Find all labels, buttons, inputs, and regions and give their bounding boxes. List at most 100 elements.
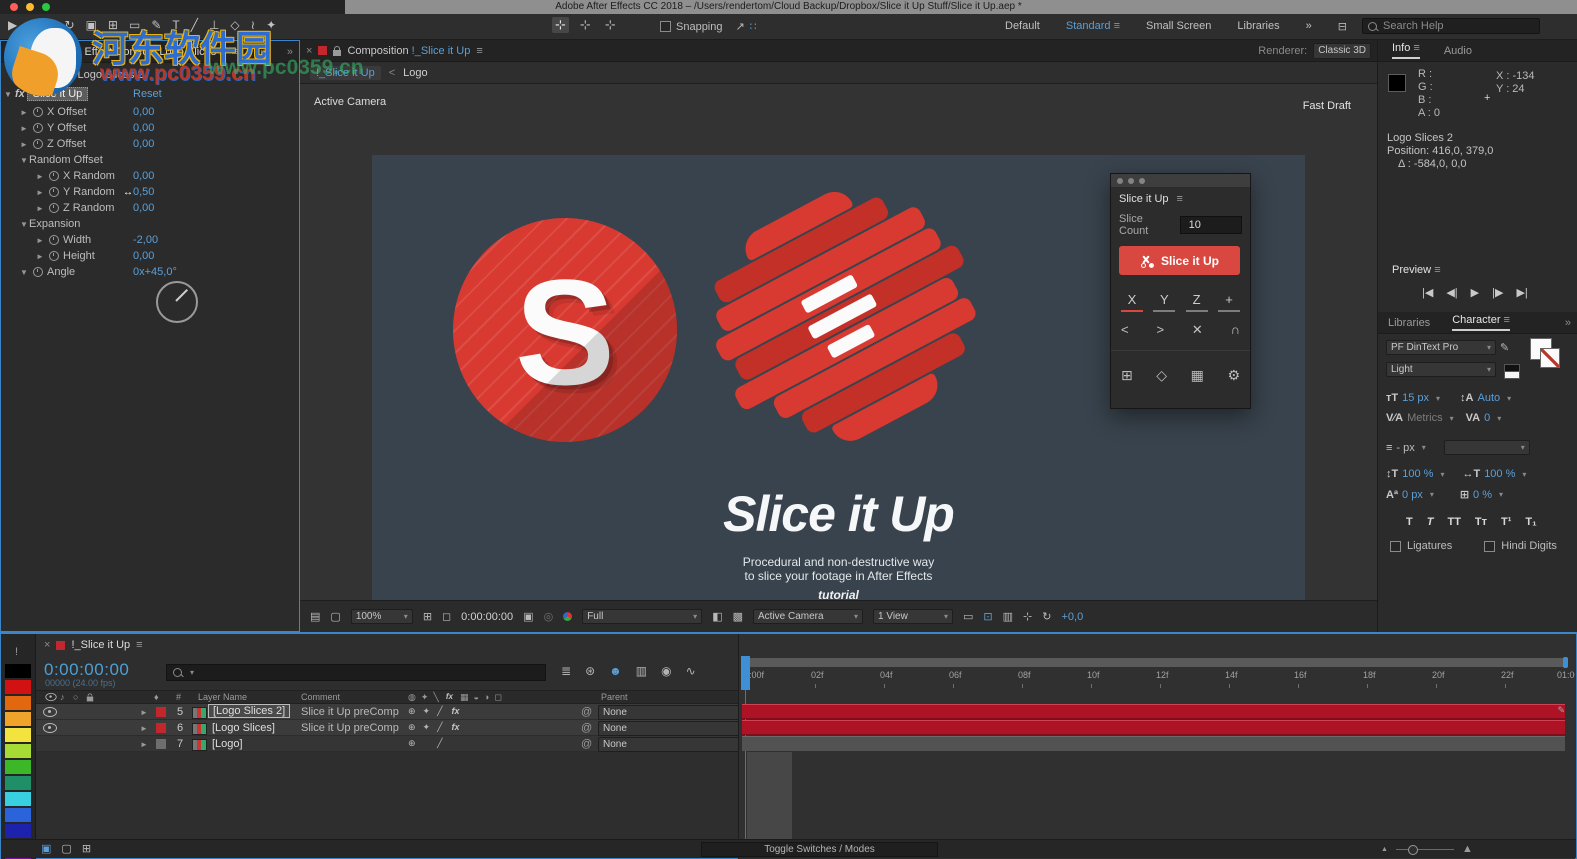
twirl-right-icon[interactable]: ► [35,188,45,197]
close-tab-icon[interactable]: × [44,639,50,651]
comment-column[interactable]: Comment [301,692,340,702]
stroke-width-value[interactable]: - px [1396,442,1414,454]
label-color-swatch[interactable] [5,776,31,790]
camera-tool-icon[interactable]: ▣ [86,18,97,32]
lock-icon[interactable] [333,45,342,56]
layer-label-color[interactable] [156,723,166,733]
label-color-swatch[interactable] [5,664,31,678]
reset-effect-link[interactable]: Reset [133,88,162,100]
twirl-right-icon[interactable]: ► [19,124,29,133]
twirl-down-icon[interactable]: ▼ [19,220,29,229]
label-color-swatch[interactable] [5,760,31,774]
effect-property-row[interactable]: ► Y Random 0,50 ↔ [1,184,297,200]
choose-grid-icon[interactable]: ⊞ [423,610,432,623]
region-of-interest-icon[interactable]: ◧ [712,610,722,623]
superscript-icon[interactable]: T¹ [1501,516,1511,528]
layer-duration-bar[interactable] [742,736,1565,751]
property-value[interactable]: -2,00 [133,234,158,246]
rotobrush-tool-icon[interactable]: ≀ [251,18,256,32]
search-help-field[interactable]: Search Help [1362,18,1540,34]
cube-icon[interactable]: ◇ [1156,367,1167,384]
stopwatch-icon[interactable] [49,187,59,197]
expand-transfer-controls-icon[interactable]: ▢ [61,842,71,855]
stamp-tool-icon[interactable]: ⊥ [209,18,219,32]
parent-select[interactable]: None▾ [598,705,748,720]
hindi-digits-checkbox[interactable] [1484,540,1496,552]
twirl-down-icon[interactable]: ▼ [19,268,29,277]
show-snapshot-icon[interactable]: ◎ [544,610,554,623]
layer-row[interactable]: ► 7 [Logo] ⊕✦╱ @ None▾ [36,736,748,752]
render-frame-icon[interactable]: ▦ [1191,367,1204,384]
layer-switches[interactable]: ⊕ ✦ ╱ fx [408,706,462,717]
graph-editor-icon[interactable]: ∿ [686,664,696,678]
settings-gear-icon[interactable]: ⚙ [1227,367,1240,384]
panel-menu-icon[interactable]: ≡ [1434,264,1440,276]
effect-name-chip[interactable]: Slice it Up [26,87,89,101]
tab-character[interactable]: Character ≡ [1452,314,1510,331]
toggle-switches-modes-button[interactable]: Toggle Switches / Modes [701,842,938,857]
parent-pickwhip-icon[interactable]: @ [581,722,592,734]
stopwatch-icon[interactable] [33,107,43,117]
panel-menu-icon[interactable]: ≡ [231,46,237,58]
zoom-in-mountain-icon[interactable]: ▲ [1462,843,1473,855]
twirl-right-icon[interactable]: ► [35,252,45,261]
workspace-libraries[interactable]: Libraries [1237,20,1279,33]
eraser-tool-icon[interactable]: ◇ [230,18,239,32]
zoom-out-mountain-icon[interactable]: ▲ [1381,846,1388,853]
view-axis-mode-icon[interactable]: ⊹ [602,17,619,33]
effect-group-row[interactable]: ▼ Expansion [1,216,297,232]
panel-menu-icon[interactable]: ≡ [1504,314,1510,326]
kerning-value[interactable]: Metrics [1407,412,1442,424]
tab-composition[interactable]: Composition !_Slice it Up [347,45,470,57]
snap-grid-icon[interactable]: ∷ [750,20,757,33]
prev-frame-icon[interactable]: ◀| [1446,286,1457,299]
label-color-swatch[interactable] [5,696,31,710]
expand-inout-icon[interactable]: ⊞ [82,842,91,855]
visibility-eye-icon[interactable] [43,723,57,733]
property-value[interactable]: 0,00 [133,138,154,150]
draft-3d-icon[interactable]: ⊛ [585,664,595,678]
effect-property-row[interactable]: ► Y Offset 0,00 [1,120,297,136]
layer-row[interactable]: ► 6 [Logo Slices] Slice it Up preComp ⊕ ✦… [36,720,748,736]
stopwatch-icon[interactable] [33,123,43,133]
reverse-icon[interactable]: ∩ [1231,322,1240,338]
stopwatch-icon[interactable] [33,139,43,149]
stopwatch-icon[interactable] [49,171,59,181]
label-color-swatch[interactable] [5,824,31,838]
parent-select[interactable]: None▾ [598,721,748,736]
panel-menu-icon[interactable]: ≡ [136,639,142,651]
font-style-select[interactable]: Light ▾ [1386,362,1496,377]
twirl-right-icon[interactable]: ► [140,740,148,749]
layer-name[interactable]: [Logo Slices] [212,722,275,734]
reset-exposure-icon[interactable]: ↻ [1042,610,1051,623]
parent-select[interactable]: None▾ [598,737,748,752]
primary-viewer-icon[interactable]: ▢ [330,610,340,623]
expand-layer-switches-icon[interactable]: ▣ [41,842,51,855]
script-panel-chrome[interactable] [1111,174,1250,187]
snapping-checkbox[interactable] [660,21,671,32]
leading-value[interactable]: Auto [1478,392,1501,404]
world-axis-mode-icon[interactable]: ⊹ [577,17,594,33]
tab-audio[interactable]: Audio [1444,45,1472,57]
tab-libraries[interactable]: Libraries [1388,317,1430,329]
zoom-tool-icon[interactable]: ○ [46,18,53,32]
font-family-select[interactable]: PF DinText Pro ▾ [1386,340,1496,355]
tsume-value[interactable]: 0 % [1473,489,1492,501]
parent-column[interactable]: Parent [601,692,628,702]
workspace-menu-icon[interactable]: ≡ [1114,20,1120,32]
breadcrumb-parent[interactable]: Logo [403,67,427,79]
visibility-eye-icon[interactable] [43,707,57,717]
brush-tool-icon[interactable]: ╱ [191,18,198,32]
angle-dial[interactable] [156,281,198,323]
always-preview-icon[interactable]: ▤ [310,610,320,623]
horizontal-scale-value[interactable]: 100 % [1484,468,1515,480]
next-button[interactable]: > [1156,322,1164,338]
property-value[interactable]: 0,00 [133,250,154,262]
effect-property-row[interactable]: ► Height 0,00 [1,248,297,264]
hand-tool-icon[interactable]: + [28,18,35,32]
local-axis-mode-icon[interactable]: ⊹ [552,17,569,33]
stroke-color-swatch[interactable] [1540,348,1560,368]
panel-menu-icon[interactable]: ≡ [1413,42,1419,54]
tab-info[interactable]: Info ≡ [1392,42,1420,59]
ligatures-checkbox[interactable] [1390,540,1401,552]
